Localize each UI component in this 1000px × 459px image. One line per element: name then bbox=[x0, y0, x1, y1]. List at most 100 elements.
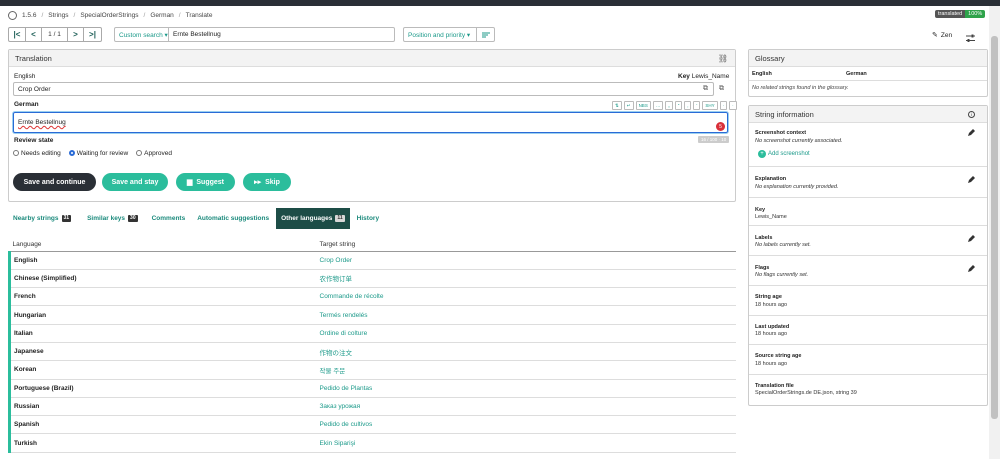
glossary-empty-text: No related strings found in the glossary… bbox=[752, 85, 849, 91]
review-approved[interactable]: Approved bbox=[136, 150, 172, 157]
error-count-badge[interactable]: 5 bbox=[716, 122, 725, 131]
target-cell[interactable]: Pedido de cultivos bbox=[316, 415, 736, 435]
character-counter: 16 / 100 · 10 bbox=[698, 136, 730, 143]
breadcrumb-component[interactable]: Strings bbox=[48, 12, 68, 19]
copy-icon[interactable]: ⧉ bbox=[703, 85, 708, 93]
tab-comments[interactable]: Comments bbox=[147, 208, 191, 229]
target-cell[interactable]: Ordine di colture bbox=[316, 324, 736, 343]
fast-forward-icon: ▸▸ bbox=[254, 179, 262, 186]
glossary-col-german: German bbox=[846, 71, 867, 77]
toolbar-btn-5[interactable]: “ bbox=[674, 101, 683, 110]
translation-textarea[interactable]: Ernte Bestellnug bbox=[13, 112, 728, 133]
table-row[interactable]: Russian Заказ урожая bbox=[8, 397, 736, 417]
table-row[interactable]: Spanish Pedido de cultivos bbox=[8, 415, 736, 435]
key-section: Key Lewis_Name bbox=[749, 198, 987, 226]
save-and-stay-button[interactable]: Save and stay bbox=[102, 173, 168, 191]
page-scrollbar[interactable] bbox=[989, 6, 1000, 459]
save-and-continue-button[interactable]: Save and continue bbox=[13, 173, 96, 191]
radio-selected-icon bbox=[68, 150, 75, 157]
language-cell: English bbox=[8, 251, 317, 270]
translated-badge-value: 100% bbox=[965, 10, 986, 18]
search-mode-dropdown[interactable]: Custom search ▾ bbox=[114, 27, 169, 42]
previous-icon: < bbox=[31, 30, 36, 39]
target-cell[interactable]: Termés rendelés bbox=[316, 305, 736, 325]
target-language-label: German bbox=[14, 101, 39, 108]
language-cell: Japanese bbox=[8, 342, 317, 362]
target-cell[interactable]: Ekin Siparişi bbox=[316, 433, 736, 453]
clone-icon[interactable]: ⧉ bbox=[719, 85, 724, 93]
zen-icon: ✎ bbox=[932, 32, 938, 39]
toolbar-btn-1[interactable]: ↵ bbox=[623, 101, 634, 110]
position-indicator: 1 / 1 bbox=[42, 27, 68, 42]
previous-button[interactable]: < bbox=[26, 27, 42, 42]
next-button[interactable]: > bbox=[68, 27, 84, 42]
breadcrumb-file[interactable]: SpecialOrderStrings bbox=[80, 12, 138, 19]
target-cell[interactable]: Заказ урожая bbox=[316, 397, 736, 417]
table-row[interactable]: Korean 작물 주문 bbox=[8, 360, 736, 380]
table-row[interactable]: French Commande de récolte bbox=[8, 287, 736, 307]
sort-direction-button[interactable] bbox=[477, 27, 495, 42]
pencil-icon[interactable] bbox=[967, 129, 975, 137]
tab-automatic-suggestions[interactable]: Automatic suggestions bbox=[192, 208, 274, 229]
settings-button[interactable] bbox=[966, 30, 975, 42]
skip-button[interactable]: ▸▸ Skip bbox=[243, 173, 291, 191]
target-cell[interactable]: Crop Order bbox=[316, 251, 736, 270]
last-updated-label: Last updated bbox=[755, 324, 790, 330]
language-cell: Italian bbox=[8, 324, 317, 343]
glossary-title: Glossary bbox=[755, 53, 785, 63]
translated-badge-label: translated bbox=[935, 10, 966, 18]
first-button[interactable]: |< bbox=[8, 27, 26, 42]
add-screenshot-button[interactable]: + Add screenshot bbox=[758, 150, 810, 158]
screenshot-context-label: Screenshot context bbox=[755, 130, 807, 136]
table-row[interactable]: Italian Ordine di colture bbox=[8, 324, 736, 343]
target-cell[interactable]: 작물 주문 bbox=[316, 360, 736, 380]
table-row[interactable]: Chinese (Simplified) 农作物订单 bbox=[8, 269, 736, 289]
table-row[interactable]: English Crop Order bbox=[8, 251, 736, 270]
toolbar-btn-6[interactable]: ‚ bbox=[684, 101, 692, 110]
toolbar-btn-0[interactable]: ⇅ bbox=[612, 101, 622, 110]
toolbar-btn-2[interactable]: NBS bbox=[635, 101, 651, 110]
key-value: Lewis_Name bbox=[755, 214, 787, 220]
toolbar-btn-7[interactable]: ‘ bbox=[693, 101, 701, 110]
scrollbar-thumb[interactable] bbox=[991, 36, 998, 419]
language-cell: Korean bbox=[8, 360, 317, 380]
toolbar-btn-8[interactable]: SHY bbox=[702, 101, 718, 110]
suggest-button[interactable]: ▆ Suggest bbox=[176, 173, 235, 191]
sort-dropdown[interactable]: Position and priority ▾ bbox=[403, 27, 477, 42]
target-cell[interactable]: Commande de récolte bbox=[316, 287, 736, 307]
tab-history[interactable]: History bbox=[352, 208, 384, 229]
language-cell: Chinese (Simplified) bbox=[8, 269, 317, 289]
review-needs-editing[interactable]: Needs editing bbox=[13, 150, 61, 157]
pencil-icon[interactable] bbox=[967, 176, 975, 184]
table-row[interactable]: Japanese 作物の注文 bbox=[8, 342, 736, 362]
target-cell[interactable]: 作物の注文 bbox=[316, 342, 736, 362]
sliders-icon bbox=[966, 34, 975, 42]
pencil-icon[interactable] bbox=[967, 235, 975, 243]
explanation-section: Explanation No explanation currently pro… bbox=[749, 167, 987, 198]
breadcrumb-version[interactable]: 1.5.6 bbox=[22, 12, 36, 19]
flags-section: Flags No flags currently set. bbox=[749, 256, 987, 286]
last-button[interactable]: >| bbox=[84, 27, 102, 42]
table-row[interactable]: Portuguese (Brazil) Pedido de Plantas bbox=[8, 379, 736, 398]
review-waiting[interactable]: Waiting for review bbox=[68, 150, 128, 157]
toolbar-btn-9[interactable]: · bbox=[719, 101, 728, 110]
table-row[interactable]: Turkish Ekin Siparişi bbox=[8, 433, 736, 453]
toolbar-btn-4[interactable]: „ bbox=[665, 101, 673, 110]
breadcrumb-language[interactable]: German bbox=[150, 12, 173, 19]
zen-toggle[interactable]: ✎ Zen bbox=[932, 31, 952, 40]
info-icon[interactable]: i bbox=[968, 111, 975, 118]
key-indicator: Key Lewis_Name bbox=[678, 73, 730, 80]
explanation-label: Explanation bbox=[755, 176, 787, 182]
toolbar-btn-3[interactable]: … bbox=[652, 101, 664, 110]
target-cell[interactable]: Pedido de Plantas bbox=[316, 379, 736, 398]
tab-other-languages[interactable]: Other languages 11 bbox=[276, 208, 350, 229]
toolbar-btn-10[interactable]: · bbox=[729, 101, 737, 110]
link-icon[interactable]: ⛓ bbox=[718, 54, 728, 63]
tab-similar-keys[interactable]: Similar keys 30 bbox=[82, 208, 143, 229]
target-cell[interactable]: 农作物订单 bbox=[316, 269, 736, 289]
pencil-icon[interactable] bbox=[967, 265, 975, 273]
flags-value: No flags currently set. bbox=[755, 272, 809, 278]
tab-nearby-strings[interactable]: Nearby strings 31 bbox=[8, 208, 76, 229]
table-row[interactable]: Hungarian Termés rendelés bbox=[8, 305, 736, 325]
search-input[interactable]: Ernte Bestellnug bbox=[169, 27, 395, 42]
